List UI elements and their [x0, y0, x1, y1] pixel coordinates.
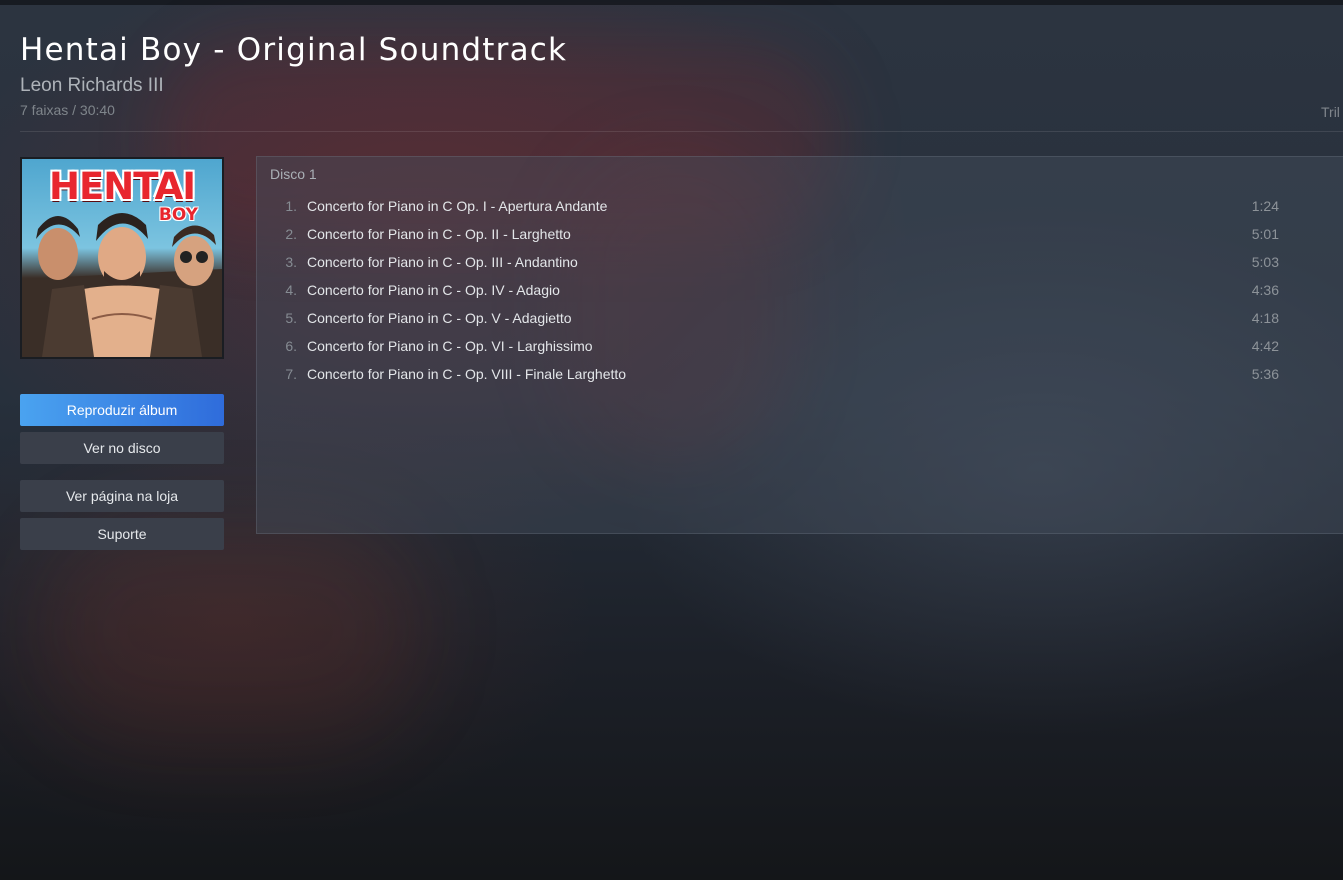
track-row[interactable]: 2. Concerto for Piano in C - Op. II - La… [257, 220, 1343, 248]
track-title: Concerto for Piano in C Op. I - Apertura… [307, 198, 608, 214]
track-title: Concerto for Piano in C - Op. VI - Largh… [307, 338, 593, 354]
track-row[interactable]: 4. Concerto for Piano in C - Op. IV - Ad… [257, 276, 1343, 304]
track-title: Concerto for Piano in C - Op. IV - Adagi… [307, 282, 560, 298]
album-cover-subtitle: BOY [158, 205, 198, 225]
album-header: Hentai Boy - Original Soundtrack Leon Ri… [20, 30, 1343, 120]
track-number: 6. [285, 338, 297, 354]
tracklist-panel: Disco 1 1. Concerto for Piano in C Op. I… [256, 156, 1343, 534]
album-cover-title: HENTAI [49, 165, 196, 208]
album-cover: HENTAI BOY [20, 157, 224, 359]
track-row[interactable]: 1. Concerto for Piano in C Op. I - Apert… [257, 192, 1343, 220]
track-title: Concerto for Piano in C - Op. II - Largh… [307, 226, 571, 242]
track-number: 3. [285, 254, 297, 270]
play-album-button[interactable]: Reproduzir álbum [20, 394, 224, 426]
track-duration: 5:01 [1251, 226, 1279, 242]
track-number: 4. [285, 282, 297, 298]
track-number: 1. [285, 198, 297, 214]
track-number: 7. [285, 366, 297, 382]
track-row[interactable]: 7. Concerto for Piano in C - Op. VIII - … [257, 360, 1343, 388]
album-title: Hentai Boy - Original Soundtrack [20, 32, 568, 68]
track-list: 1. Concerto for Piano in C Op. I - Apert… [257, 192, 1343, 388]
album-track-count-duration: 7 faixas / 30:40 [20, 102, 115, 118]
album-meta-right: Tril [1321, 104, 1340, 120]
track-title: Concerto for Piano in C - Op. VIII - Fin… [307, 366, 627, 382]
track-duration: 5:03 [1251, 254, 1279, 270]
album-artist[interactable]: Leon Richards III [20, 74, 1343, 98]
track-duration: 5:36 [1251, 366, 1279, 382]
background-artwork-blur [40, 520, 420, 740]
window-top-edge [0, 0, 1343, 5]
header-divider [20, 131, 1343, 132]
track-title: Concerto for Piano in C - Op. III - Anda… [307, 254, 578, 270]
track-title: Concerto for Piano in C - Op. V - Adagie… [307, 310, 572, 326]
track-row[interactable]: 5. Concerto for Piano in C - Op. V - Ada… [257, 304, 1343, 332]
track-duration: 4:36 [1251, 282, 1279, 298]
track-duration: 4:18 [1251, 310, 1279, 326]
track-duration: 1:24 [1251, 198, 1279, 214]
track-row[interactable]: 3. Concerto for Piano in C - Op. III - A… [257, 248, 1343, 276]
track-row[interactable]: 6. Concerto for Piano in C - Op. VI - La… [257, 332, 1343, 360]
track-number: 5. [285, 310, 297, 326]
track-duration: 4:42 [1251, 338, 1279, 354]
view-store-page-button[interactable]: Ver página na loja [20, 480, 224, 512]
disc-label: Disco 1 [270, 166, 317, 182]
view-on-disk-button[interactable]: Ver no disco [20, 432, 224, 464]
track-number: 2. [285, 226, 297, 242]
support-button[interactable]: Suporte [20, 518, 224, 550]
